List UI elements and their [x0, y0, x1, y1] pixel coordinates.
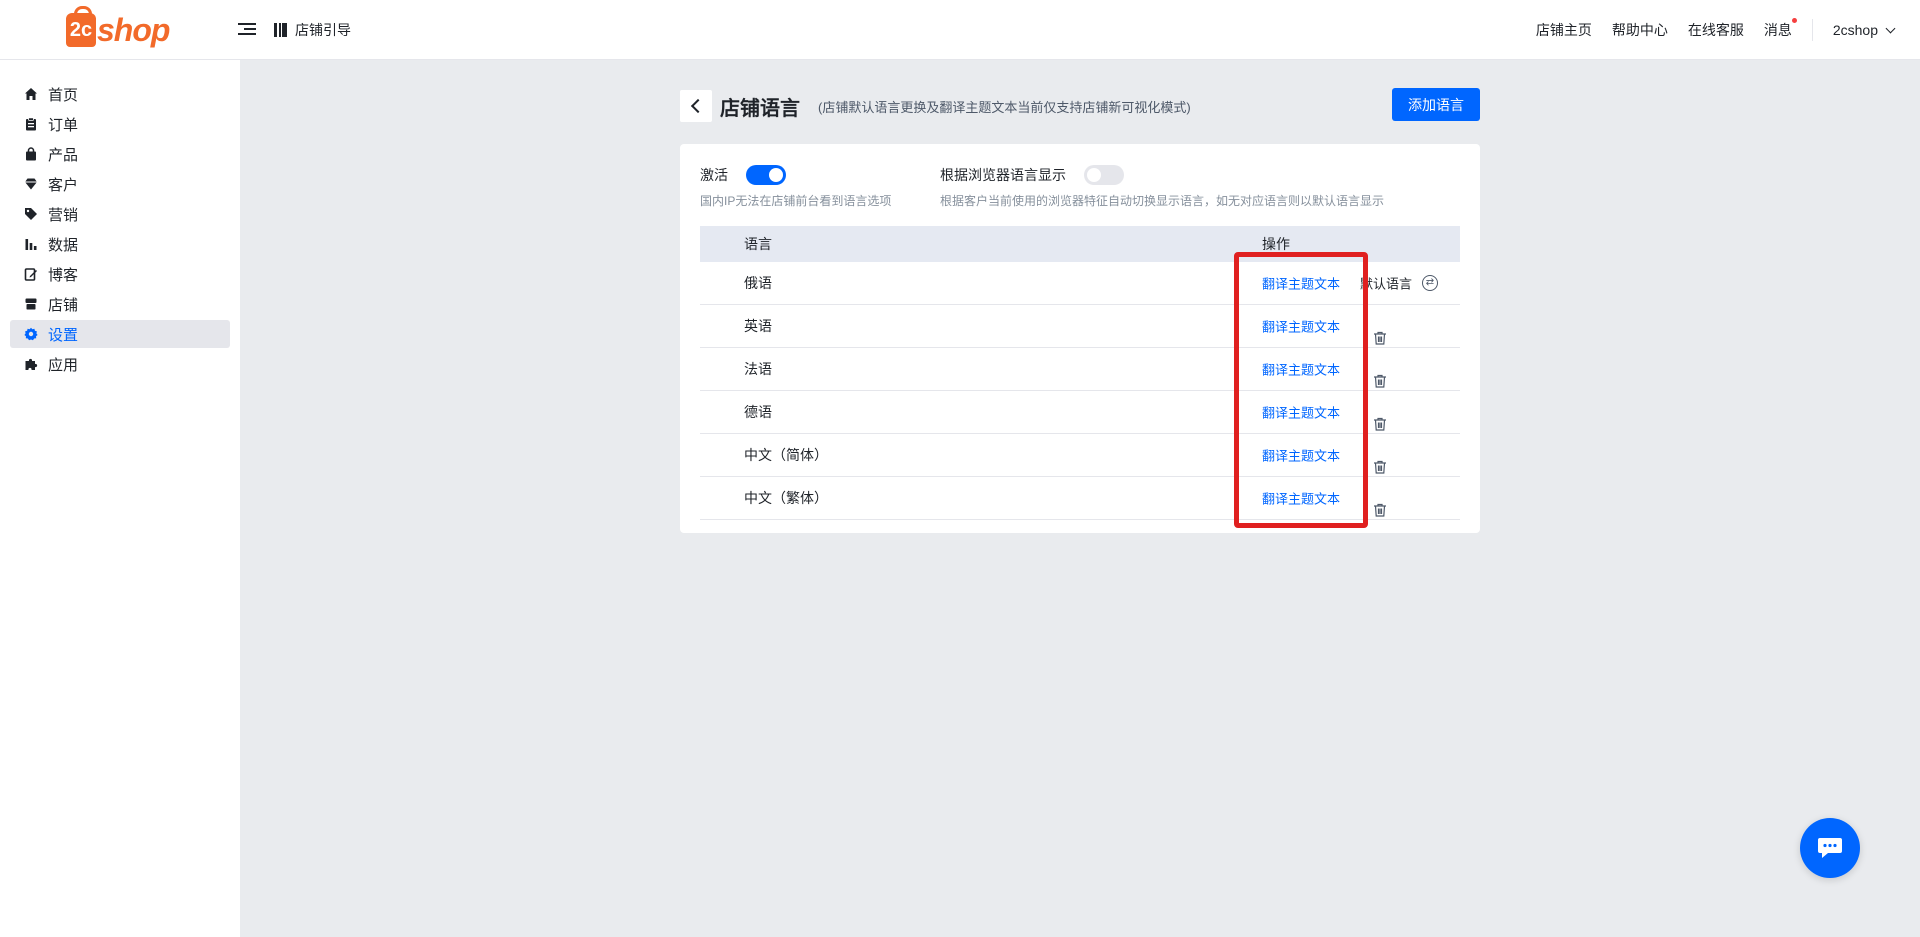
home-icon — [24, 87, 38, 101]
chat-button[interactable] — [1800, 818, 1860, 878]
user-name: 2cshop — [1832, 22, 1878, 38]
browser-language-label: 根据浏览器语言显示 — [940, 167, 1066, 183]
sidebar-item-store[interactable]: 店铺 — [10, 290, 230, 318]
browser-language-setting: 根据浏览器语言显示 根据客户当前使用的浏览器特征自动切换显示语言，如无对应语言则… — [940, 164, 1384, 209]
nav-messages-label: 消息 — [1763, 22, 1792, 38]
sidebar-item-apps[interactable]: 应用 — [10, 350, 230, 378]
chat-bubble-icon — [1818, 838, 1842, 858]
trash-icon[interactable] — [1373, 417, 1387, 431]
add-language-button[interactable]: 添加语言 — [1392, 88, 1480, 121]
sidebar-item-label: 客户 — [48, 176, 79, 194]
unread-dot — [1791, 18, 1797, 23]
chevron-down-icon — [1885, 23, 1896, 33]
language-name: 中文（繁体） — [744, 490, 828, 506]
sidebar-item-label: 产品 — [48, 146, 79, 164]
page-note: (店铺默认语言更换及翻译主题文本当前仅支持店铺新可视化模式) — [818, 100, 1191, 115]
top-header: 2c shop 店铺引导 店铺主页 帮助中心 在线客服 消息 2cshop — [0, 0, 1920, 60]
edit-icon — [24, 267, 38, 281]
nav-messages[interactable]: 消息 — [1763, 18, 1797, 40]
activate-toggle[interactable] — [746, 165, 786, 185]
sidebar-item-marketing[interactable]: 营销 — [10, 200, 230, 228]
sidebar-item-settings[interactable]: 设置 — [10, 320, 230, 348]
clipboard-icon — [24, 117, 38, 131]
toggle-knob — [1087, 168, 1101, 182]
language-name: 法语 — [744, 361, 772, 377]
sidebar-item-orders[interactable]: 订单 — [10, 110, 230, 138]
toggle-knob — [769, 168, 783, 182]
menu-toggle-icon[interactable] — [238, 20, 256, 38]
logo[interactable]: 2c shop — [66, 6, 170, 50]
nav-divider — [1811, 19, 1813, 41]
highlight-annotation-box — [1234, 252, 1368, 528]
browser-language-toggle[interactable] — [1084, 165, 1124, 185]
user-menu[interactable]: 2cshop — [1832, 22, 1896, 38]
trash-icon[interactable] — [1373, 374, 1387, 388]
store-guide-link[interactable]: 店铺引导 — [274, 20, 351, 40]
nav-online-service[interactable]: 在线客服 — [1688, 20, 1744, 40]
tag-icon — [24, 207, 38, 221]
bag-icon — [24, 147, 38, 161]
puzzle-icon — [24, 357, 38, 371]
page-header: 店铺语言 (店铺默认语言更换及翻译主题文本当前仅支持店铺新可视化模式) 添加语言 — [680, 88, 1480, 124]
sidebar-item-label: 数据 — [48, 236, 79, 254]
activate-label: 激活 — [700, 167, 728, 183]
page-title: 店铺语言 — [720, 98, 800, 120]
sidebar: 首页 订单 产品 客户 营销 数据 博客 店铺 设置 应用 — [0, 60, 240, 937]
sidebar-item-label: 订单 — [48, 116, 79, 134]
store-icon — [24, 297, 38, 311]
sidebar-item-label: 设置 — [48, 326, 79, 344]
browser-language-desc: 根据客户当前使用的浏览器特征自动切换显示语言，如无对应语言则以默认语言显示 — [940, 194, 1385, 208]
trash-icon[interactable] — [1373, 331, 1387, 345]
header-language: 语言 — [744, 236, 772, 252]
sidebar-item-label: 店铺 — [48, 296, 79, 314]
header-operation: 操作 — [1262, 236, 1290, 252]
activate-setting: 激活 国内IP无法在店铺前台看到语言选项 — [700, 164, 891, 209]
language-name: 英语 — [744, 318, 772, 334]
sidebar-item-label: 博客 — [48, 266, 79, 284]
sidebar-item-customers[interactable]: 客户 — [10, 170, 230, 198]
nav-store-home[interactable]: 店铺主页 — [1536, 20, 1592, 40]
language-name: 中文（简体） — [744, 447, 828, 463]
trash-icon[interactable] — [1373, 503, 1387, 517]
sidebar-item-blog[interactable]: 博客 — [10, 260, 230, 288]
diamond-icon — [24, 177, 38, 191]
sidebar-item-data[interactable]: 数据 — [10, 230, 230, 258]
language-name: 俄语 — [744, 275, 772, 291]
sidebar-item-label: 应用 — [48, 356, 79, 374]
sidebar-item-home[interactable]: 首页 — [10, 80, 230, 108]
top-nav: 店铺主页 帮助中心 在线客服 消息 2cshop — [1516, 0, 1896, 60]
trash-icon[interactable] — [1373, 460, 1387, 474]
back-button[interactable] — [680, 90, 712, 122]
nav-help-center[interactable]: 帮助中心 — [1612, 20, 1668, 40]
book-icon — [274, 23, 287, 37]
store-guide-label: 店铺引导 — [295, 22, 351, 38]
gear-icon — [24, 327, 38, 341]
chevron-left-icon — [690, 98, 706, 114]
sidebar-item-products[interactable]: 产品 — [10, 140, 230, 168]
logo-mark: 2c — [66, 6, 96, 47]
activate-desc: 国内IP无法在店铺前台看到语言选项 — [700, 194, 892, 208]
switch-icon[interactable]: ⇄ — [1422, 275, 1438, 291]
logo-text: shop — [97, 11, 170, 48]
sidebar-item-label: 营销 — [48, 206, 79, 224]
bar-chart-icon — [24, 237, 38, 251]
sidebar-item-label: 首页 — [48, 86, 79, 104]
language-name: 德语 — [744, 404, 772, 420]
